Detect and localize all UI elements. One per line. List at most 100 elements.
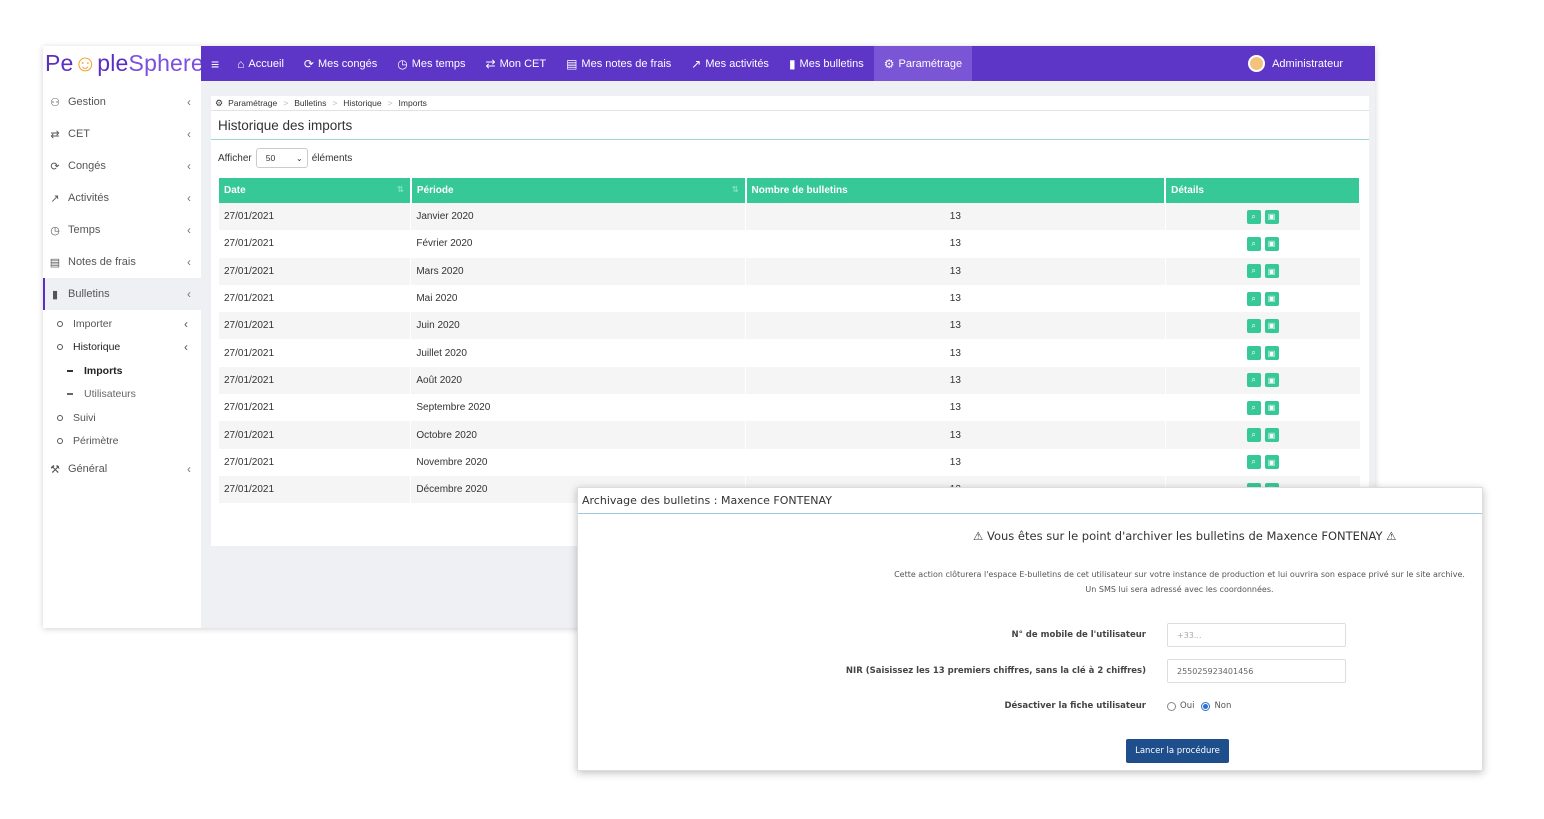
clock-icon: ◷ <box>50 224 60 237</box>
chevron-left-icon: ‹ <box>187 127 191 141</box>
sidebar-item-label: Notes de frais <box>68 256 136 268</box>
table-row: 27/01/2021 Octobre 2020 13 ⌕ ▣ <box>219 421 1361 449</box>
cell-date: 27/01/2021 <box>219 366 412 395</box>
view-details-search-icon[interactable]: ⌕ <box>1246 318 1261 333</box>
user-menu[interactable]: Administrateur <box>1248 46 1343 81</box>
view-details-search-icon[interactable]: ⌕ <box>1246 428 1261 443</box>
chevron-left-icon: ‹ <box>187 223 191 237</box>
topnav-mes-activites[interactable]: ↗ Mes activités <box>681 46 779 81</box>
main-content: ⚙ Paramétrage > Bulletins > Historique >… <box>211 96 1369 546</box>
cell-period: Juillet 2020 <box>410 339 747 367</box>
mobile-input[interactable]: +33... <box>1167 623 1346 647</box>
sidebar-item-temps[interactable]: ◷ Temps ‹ <box>43 214 201 246</box>
breadcrumb-item[interactable]: Bulletins <box>294 98 326 108</box>
deactivate-radio-group: Oui Non <box>1167 701 1238 711</box>
sidebar-item-notes-de-frais[interactable]: ▤ Notes de frais ‹ <box>43 246 201 278</box>
view-details-search-icon[interactable]: ⌕ <box>1246 264 1261 279</box>
sidebar-item-label: Bulletins <box>68 288 110 300</box>
topnav-mes-temps[interactable]: ◷ Mes temps <box>387 46 475 81</box>
modal-title: Archivage des bulletins : Maxence FONTEN… <box>578 488 1482 514</box>
transfer-icon: ⇄ <box>485 56 496 71</box>
cell-actions: ⌕▣ <box>1165 257 1361 285</box>
breadcrumb-item[interactable]: Paramétrage <box>228 98 277 108</box>
chevron-left-icon: ‹ <box>184 316 188 331</box>
delete-trash-icon[interactable]: ▣ <box>1264 400 1279 415</box>
table-row: 27/01/2021 Août 2020 13 ⌕ ▣ <box>219 366 1361 395</box>
refresh-icon: ⟳ <box>303 56 314 71</box>
delete-trash-icon[interactable]: ▣ <box>1264 318 1279 333</box>
receipt-icon: ▤ <box>49 256 61 269</box>
cell-actions: ⌕▣ <box>1165 230 1361 258</box>
sidebar-subsubitem-imports[interactable]: Imports <box>43 359 201 383</box>
cell-date: 27/01/2021 <box>219 421 412 449</box>
column-header-date[interactable]: Date ⇅ <box>219 178 412 203</box>
view-details-search-icon[interactable]: ⌕ <box>1246 400 1261 415</box>
hamburger-menu-icon[interactable]: ≡ <box>211 56 227 72</box>
topnav-accueil[interactable]: ⌂ Accueil <box>227 46 294 81</box>
warning-icon: ⚠ <box>973 529 984 543</box>
delete-trash-icon[interactable]: ▣ <box>1264 264 1279 279</box>
sidebar-item-cet[interactable]: ⇄ CET ‹ <box>43 118 201 150</box>
cell-date: 27/01/2021 <box>219 284 412 313</box>
sidebar-subitem-perimetre[interactable]: Périmètre <box>43 430 201 454</box>
cell-period: Octobre 2020 <box>410 421 747 449</box>
cell-actions: ⌕▣ <box>1165 203 1361 231</box>
topnav-mes-notes-de-frais[interactable]: ▤ Mes notes de frais <box>556 46 681 81</box>
sidebar-item-label: Général <box>68 463 108 475</box>
chevron-left-icon: ‹ <box>187 255 191 269</box>
cell-actions: ⌕▣ <box>1165 448 1361 476</box>
delete-trash-icon[interactable]: ▣ <box>1264 373 1279 388</box>
topnav-mon-cet[interactable]: ⇄ Mon CET <box>476 46 557 81</box>
cell-date: 27/01/2021 <box>219 394 412 422</box>
chevron-left-icon: ‹ <box>187 95 191 109</box>
topnav-mes-conges[interactable]: ⟳ Mes congés <box>294 46 387 81</box>
table-body: 27/01/2021 Janvier 2020 13 ⌕ ▣ 27/01/2021 Févr… <box>219 203 1361 504</box>
sidebar-item-activites[interactable]: ↗ Activités ‹ <box>43 182 201 214</box>
sidebar-item-conges[interactable]: ⟳ Congés ‹ <box>43 150 201 182</box>
sidebar-item-general[interactable]: ⚒ Général ‹ <box>43 453 201 485</box>
radio-oui[interactable] <box>1167 701 1176 711</box>
delete-trash-icon[interactable]: ▣ <box>1264 428 1279 443</box>
warning-icon: ⚠ <box>1386 529 1397 543</box>
delete-trash-icon[interactable]: ▣ <box>1264 346 1279 361</box>
view-details-search-icon[interactable]: ⌕ <box>1246 209 1261 224</box>
view-details-search-icon[interactable]: ⌕ <box>1246 346 1261 361</box>
cell-actions: ⌕▣ <box>1165 366 1361 395</box>
deactivate-label: Désactiver la fiche utilisateur <box>1004 701 1146 711</box>
view-details-search-icon[interactable]: ⌕ <box>1246 455 1261 470</box>
page-length-select[interactable]: 50 ⌄ <box>255 148 308 168</box>
delete-trash-icon[interactable]: ▣ <box>1264 291 1279 306</box>
table-row: 27/01/2021 Novembre 2020 13 ⌕ ▣ <box>219 448 1361 476</box>
sidebar-subitem-historique[interactable]: Historique ‹ <box>43 336 201 360</box>
sidebar-subitem-importer[interactable]: Importer ‹ <box>43 312 201 336</box>
view-details-search-icon[interactable]: ⌕ <box>1246 373 1261 388</box>
sidebar-subitem-suivi[interactable]: Suivi <box>43 406 201 430</box>
sidebar-item-bulletins[interactable]: ▮ Bulletins ‹ <box>43 278 201 310</box>
radio-non[interactable] <box>1201 701 1211 711</box>
table-row: 27/01/2021 Mai 2020 13 ⌕ ▣ <box>219 284 1361 313</box>
launch-procedure-button[interactable]: Lancer la procédure <box>1126 739 1229 763</box>
peoplespheres-logo[interactable]: Pe ☺ ple Spheres <box>43 46 215 81</box>
delete-trash-icon[interactable]: ▣ <box>1264 209 1279 224</box>
view-details-search-icon[interactable]: ⌕ <box>1246 236 1261 251</box>
breadcrumb-item[interactable]: Historique <box>343 98 381 108</box>
view-details-search-icon[interactable]: ⌕ <box>1246 291 1261 306</box>
delete-trash-icon[interactable]: ▣ <box>1264 455 1279 470</box>
wrench-icon: ⚒ <box>50 463 60 476</box>
receipt-icon: ▤ <box>566 56 578 71</box>
sidebar-subsubitem-utilisateurs[interactable]: Utilisateurs <box>43 383 201 407</box>
cell-actions: ⌕▣ <box>1165 284 1361 313</box>
delete-trash-icon[interactable]: ▣ <box>1264 236 1279 251</box>
sidebar-item-gestion[interactable]: ⚇ Gestion ‹ <box>43 86 201 118</box>
cell-date: 27/01/2021 <box>219 475 412 504</box>
breadcrumb-item: Imports <box>398 98 427 108</box>
topnav-parametrage[interactable]: ⚙ Paramétrage <box>873 46 973 81</box>
chevron-left-icon: ‹ <box>187 462 191 476</box>
topnav-mes-bulletins[interactable]: ▮ Mes bulletins <box>779 46 874 81</box>
cell-count: 13 <box>745 257 1166 285</box>
nir-label: NIR (Saisissez les 13 premiers chiffres,… <box>845 666 1146 676</box>
nir-input[interactable]: 255025923401456 <box>1167 659 1346 683</box>
column-header-nombre[interactable]: Nombre de bulletins <box>745 178 1167 203</box>
column-header-periode[interactable]: Période ⇅ <box>410 178 747 203</box>
refresh-icon: ⟳ <box>50 160 60 173</box>
